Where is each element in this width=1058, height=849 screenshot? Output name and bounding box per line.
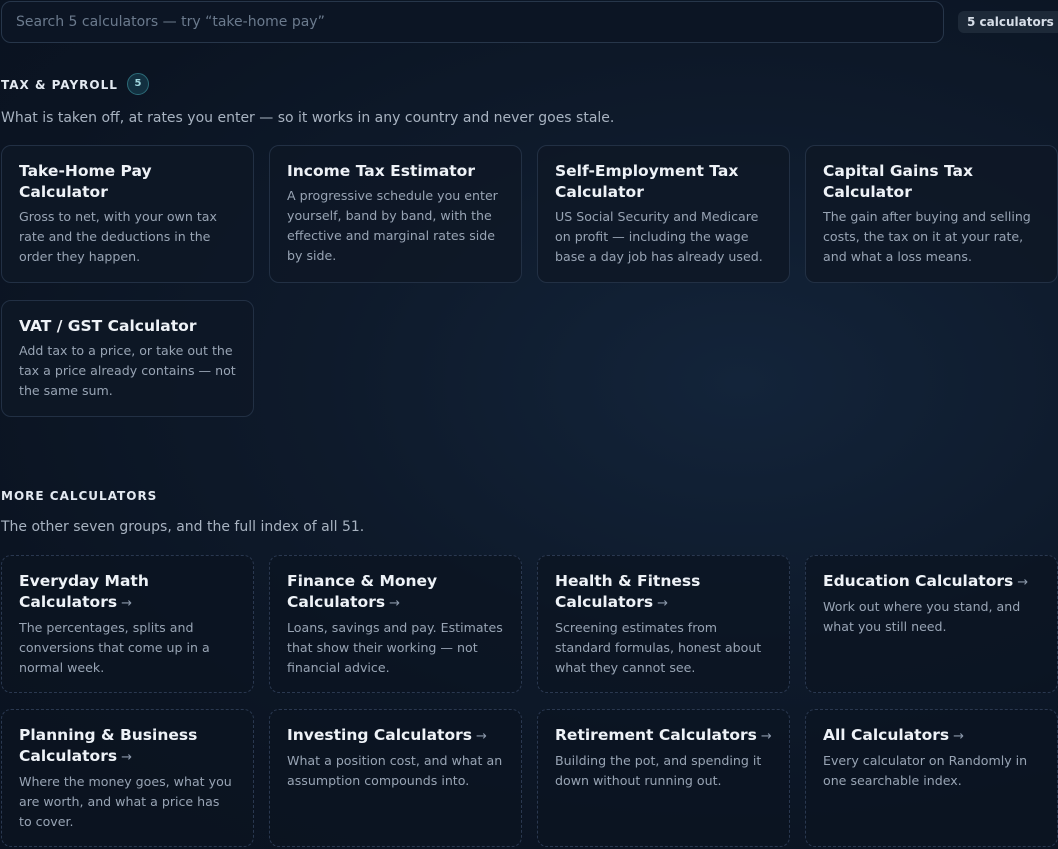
card-description: Every calculator on Randomly in one sear… <box>823 753 1028 788</box>
card-description: Screening estimates from standard formul… <box>555 620 762 675</box>
card-description: Gross to net, with your own tax rate and… <box>19 209 217 264</box>
card-income-tax-estimator[interactable]: Income Tax Estimator A progressive sched… <box>269 145 522 283</box>
card-everyday-math-calculators[interactable]: Everyday Math Calculators → The percentag… <box>1 555 254 693</box>
section-description-more-calculators: The other seven groups, and the full ind… <box>1 519 365 535</box>
card-description: US Social Security and Medicare on profi… <box>555 209 763 264</box>
card-title: Planning & Business Calculators → <box>19 725 236 768</box>
card-take-home-pay-calculator[interactable]: Take-Home Pay Calculator Gross to net, w… <box>1 145 254 283</box>
card-title: Retirement Calculators → <box>555 725 772 747</box>
card-self-employment-tax-calculator[interactable]: Self-Employment Tax Calculator US Social… <box>537 145 790 283</box>
card-title-text: Planning & Business Calculators <box>19 726 198 765</box>
card-title: Take-Home Pay Calculator <box>19 162 152 201</box>
card-title: Capital Gains Tax Calculator <box>823 162 974 201</box>
card-finance-money-calculators[interactable]: Finance & Money Calculators → Loans, savi… <box>269 555 522 693</box>
arrow-right-icon: → <box>121 596 132 611</box>
card-title: Self-Employment Tax Calculator <box>555 162 739 201</box>
arrow-right-icon: → <box>953 729 964 744</box>
card-title-text: Finance & Money Calculators <box>287 572 438 611</box>
card-title: Income Tax Estimator <box>287 162 475 180</box>
search-input[interactable] <box>2 2 943 42</box>
arrow-right-icon: → <box>657 596 668 611</box>
card-title: Finance & Money Calculators → <box>287 571 504 614</box>
section-count-badge: 5 <box>127 73 149 95</box>
search-box <box>1 1 944 43</box>
card-description: What a position cost, and what an assump… <box>287 753 503 788</box>
arrow-right-icon: → <box>760 729 772 744</box>
card-description: Work out where you stand, and what you s… <box>823 599 1021 634</box>
card-retirement-calculators[interactable]: Retirement Calculators → Building the pot… <box>537 709 790 847</box>
card-title: Education Calculators → <box>823 571 1040 593</box>
card-all-calculators[interactable]: All Calculators → Every calculator on Ran… <box>805 709 1058 847</box>
card-title: All Calculators → <box>823 725 1040 747</box>
card-title: Investing Calculators → <box>287 725 504 747</box>
card-capital-gains-tax-calculator[interactable]: Capital Gains Tax Calculator The gain af… <box>805 145 1058 283</box>
section-description-tax-payroll: What is taken off, at rates you enter — … <box>1 110 615 126</box>
card-title-text: Education Calculators <box>823 572 1014 590</box>
card-title-text: Investing Calculators <box>287 726 472 744</box>
card-title-text: Health & Fitness Calculators <box>555 572 701 611</box>
arrow-right-icon: → <box>121 750 132 765</box>
card-title: Health & Fitness Calculators → <box>555 571 772 614</box>
card-description: Loans, savings and pay. Estimates that s… <box>287 620 503 675</box>
arrow-right-icon: → <box>475 729 487 744</box>
card-education-calculators[interactable]: Education Calculators → Work out where yo… <box>805 555 1058 693</box>
card-health-fitness-calculators[interactable]: Health & Fitness Calculators → Screening … <box>537 555 790 693</box>
card-description: Building the pot, and spending it down w… <box>555 753 762 788</box>
section-heading-tax-payroll: TAX & PAYROLL <box>1 78 118 92</box>
search-row: 5 calculators <box>0 1 1058 45</box>
card-description: The gain after buying and selling costs,… <box>823 209 1031 264</box>
card-title: VAT / GST Calculator <box>19 317 197 335</box>
section-heading-more-calculators: MORE CALCULATORS <box>1 489 158 503</box>
card-title-text: All Calculators <box>823 726 950 744</box>
card-planning-business-calculators[interactable]: Planning & Business Calculators → Where t… <box>1 709 254 847</box>
arrow-right-icon: → <box>1017 575 1029 590</box>
calculator-count-badge: 5 calculators <box>958 11 1058 33</box>
card-vat-gst-calculator[interactable]: VAT / GST Calculator Add tax to a price,… <box>1 300 254 417</box>
card-description: A progressive schedule you enter yoursel… <box>287 188 498 263</box>
card-title: Everyday Math Calculators → <box>19 571 236 614</box>
card-investing-calculators[interactable]: Investing Calculators → What a position c… <box>269 709 522 847</box>
card-description: Where the money goes, what you are worth… <box>19 774 232 829</box>
arrow-right-icon: → <box>389 596 400 611</box>
card-title-text: Retirement Calculators <box>555 726 757 744</box>
card-description: Add tax to a price, or take out the tax … <box>19 343 236 398</box>
card-description: The percentages, splits and conversions … <box>19 620 210 675</box>
